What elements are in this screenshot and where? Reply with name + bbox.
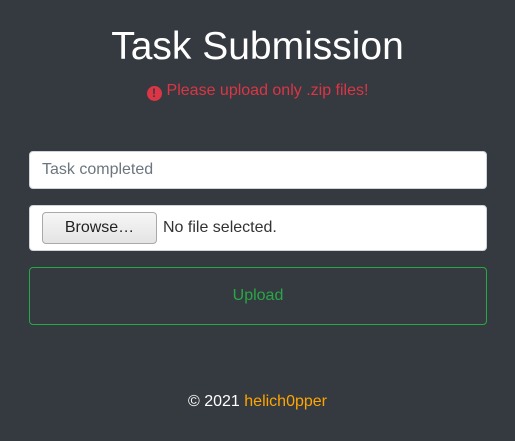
file-status-text: No file selected. — [163, 219, 277, 236]
footer: © 2021 helich0pper — [0, 392, 515, 412]
file-input[interactable]: Browse… No file selected. — [29, 205, 487, 251]
copyright-text: © 2021 — [187, 393, 240, 410]
upload-button[interactable]: Upload — [29, 267, 487, 325]
task-input[interactable] — [29, 151, 487, 189]
exclamation-circle-icon: ! — [146, 86, 162, 101]
page-title: Task Submission — [111, 25, 404, 68]
author-link[interactable]: helich0pper — [244, 393, 327, 410]
browse-button[interactable]: Browse… — [42, 212, 157, 244]
error-message-text: Please upload only .zip files! — [166, 82, 369, 99]
error-message: ! Please upload only .zip files! — [0, 81, 515, 101]
